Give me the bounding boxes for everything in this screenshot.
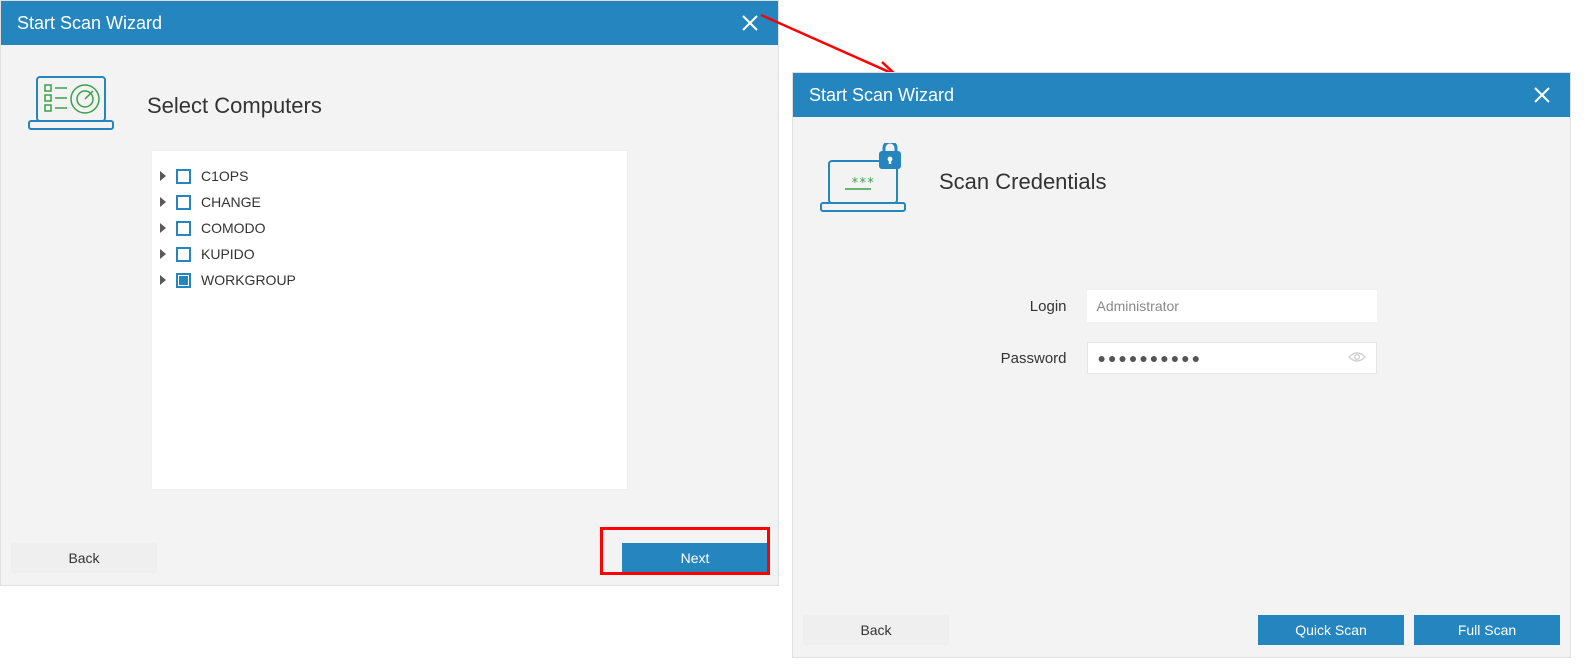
titlebar: Start Scan Wizard <box>793 73 1570 117</box>
login-label: Login <box>987 298 1067 315</box>
caret-right-icon[interactable] <box>160 171 166 181</box>
wizard-dialog-scan-credentials: Start Scan Wizard *** Scan Credentials L… <box>792 72 1571 658</box>
computer-tree: C1OPS CHANGE COMODO KUPIDO WORKGROUP <box>151 150 628 490</box>
checkbox[interactable] <box>176 169 191 184</box>
tree-item-label: WORKGROUP <box>201 272 296 288</box>
checkbox[interactable] <box>176 221 191 236</box>
credentials-form: Login Administrator Password ●●●●●●●●●● <box>793 230 1570 394</box>
quick-scan-button[interactable]: Quick Scan <box>1258 615 1404 645</box>
page-heading-row: *** Scan Credentials <box>793 117 1570 230</box>
checkbox[interactable] <box>176 195 191 210</box>
footer: Back Next <box>1 531 778 585</box>
close-icon[interactable] <box>1530 83 1554 107</box>
tree-item[interactable]: CHANGE <box>160 189 619 215</box>
next-button[interactable]: Next <box>622 543 768 573</box>
laptop-scan-icon <box>23 71 119 140</box>
form-row-password: Password ●●●●●●●●●● <box>793 342 1570 374</box>
password-value: ●●●●●●●●●● <box>1098 350 1203 366</box>
dialog-title: Start Scan Wizard <box>809 85 1530 106</box>
tree-item[interactable]: COMODO <box>160 215 619 241</box>
tree-item-label: COMODO <box>201 220 266 236</box>
tree-item-label: KUPIDO <box>201 246 255 262</box>
caret-right-icon[interactable] <box>160 275 166 285</box>
dialog-title: Start Scan Wizard <box>17 13 738 34</box>
wizard-dialog-select-computers: Start Scan Wizard Select Computers <box>0 0 779 586</box>
password-label: Password <box>987 350 1067 367</box>
tree-item-label: C1OPS <box>201 168 248 184</box>
tree-item[interactable]: C1OPS <box>160 163 619 189</box>
close-icon[interactable] <box>738 11 762 35</box>
back-button[interactable]: Back <box>803 615 949 645</box>
footer: Back Quick Scan Full Scan <box>793 603 1570 657</box>
form-row-login: Login Administrator <box>793 290 1570 322</box>
eye-icon[interactable] <box>1348 350 1366 366</box>
caret-right-icon[interactable] <box>160 223 166 233</box>
full-scan-button[interactable]: Full Scan <box>1414 615 1560 645</box>
checkbox[interactable] <box>176 247 191 262</box>
page-heading-row: Select Computers <box>1 45 778 150</box>
caret-right-icon[interactable] <box>160 197 166 207</box>
page-title: Scan Credentials <box>939 169 1107 195</box>
tree-item-label: CHANGE <box>201 194 261 210</box>
tree-item[interactable]: WORKGROUP <box>160 267 619 293</box>
body-area: C1OPS CHANGE COMODO KUPIDO WORKGROUP <box>1 150 778 531</box>
password-field[interactable]: ●●●●●●●●●● <box>1087 342 1377 374</box>
titlebar: Start Scan Wizard <box>1 1 778 45</box>
checkbox-indeterminate[interactable] <box>176 273 191 288</box>
login-field[interactable]: Administrator <box>1087 290 1377 322</box>
back-button[interactable]: Back <box>11 543 157 573</box>
tree-item[interactable]: KUPIDO <box>160 241 619 267</box>
laptop-lock-icon: *** <box>815 143 911 220</box>
caret-right-icon[interactable] <box>160 249 166 259</box>
page-title: Select Computers <box>147 93 322 119</box>
